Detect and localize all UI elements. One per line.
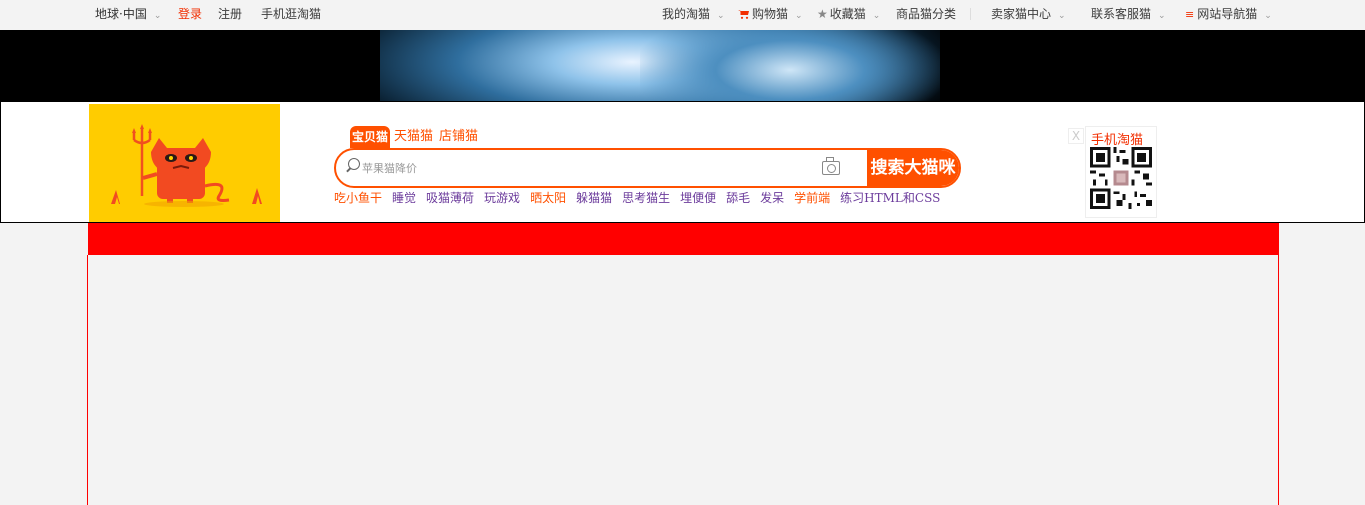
- search-input[interactable]: [362, 159, 812, 177]
- categories-link[interactable]: 商品猫分类: [896, 7, 956, 21]
- hotword-link[interactable]: 晒太阳: [530, 191, 566, 205]
- chevron-down-icon: ⌄: [1264, 11, 1272, 21]
- my-taomao-label: 我的淘猫: [662, 7, 711, 21]
- search-bar: 搜索大猫咪: [334, 148, 961, 188]
- camera-icon[interactable]: [822, 157, 840, 175]
- chevron-down-icon: ⌄: [153, 11, 162, 21]
- banner-art-highlight: [640, 30, 940, 102]
- cart-menu[interactable]: 购物猫 ⌄: [738, 7, 803, 23]
- service-label: 联系客服猫: [1091, 7, 1152, 21]
- hotword-link[interactable]: 思考猫生: [622, 191, 670, 205]
- close-qr-button[interactable]: X: [1068, 128, 1084, 144]
- hotword-link[interactable]: 吃小鱼干: [334, 191, 382, 205]
- site-nav-label: 网站导航猫: [1197, 7, 1258, 21]
- hotword-link[interactable]: 躲猫猫: [576, 191, 612, 205]
- cart-label: 购物猫: [752, 7, 789, 21]
- favorites-label: 收藏猫: [829, 7, 866, 21]
- region-label: 地球·中国: [95, 7, 147, 21]
- my-taomao-menu[interactable]: 我的淘猫 ⌄: [662, 7, 725, 23]
- tab-tmall[interactable]: 天猫猫: [392, 126, 435, 148]
- hotword-link[interactable]: 发呆: [760, 191, 784, 205]
- chevron-down-icon: ⌄: [717, 11, 725, 21]
- devil-cat-logo: [111, 124, 262, 207]
- hotword-link[interactable]: 学前端: [794, 191, 830, 205]
- login-link[interactable]: 登录: [178, 7, 202, 21]
- mobile-qr-title: 手机淘猫: [1091, 133, 1144, 148]
- seller-label: 卖家猫中心: [991, 7, 1052, 21]
- chevron-down-icon: ⌄: [795, 11, 803, 21]
- category-nav-bar: [88, 223, 1279, 255]
- main-content-area: [87, 255, 1279, 505]
- hotword-link[interactable]: 埋便便: [680, 191, 716, 205]
- nav-divider: [970, 8, 971, 20]
- seller-center-menu[interactable]: 卖家猫中心 ⌄: [991, 7, 1066, 23]
- mobile-qr-panel: 手机淘猫: [1085, 126, 1157, 218]
- region-selector[interactable]: 地球·中国 ⌄: [95, 7, 161, 23]
- cart-icon: [738, 10, 749, 19]
- site-logo[interactable]: [89, 104, 280, 222]
- search-icon: [348, 158, 360, 170]
- chevron-down-icon: ⌄: [1158, 11, 1166, 21]
- customer-service-menu[interactable]: 联系客服猫 ⌄: [1091, 7, 1166, 23]
- qr-code[interactable]: [1090, 147, 1152, 209]
- chevron-down-icon: ⌄: [1058, 11, 1066, 21]
- tab-shops[interactable]: 店铺猫: [437, 126, 480, 148]
- hotword-link[interactable]: 睡觉: [392, 191, 416, 205]
- site-top-nav: 地球·中国 ⌄ 登录 注册 手机逛淘猫 我的淘猫 ⌄ 购物猫 ⌄ ★ 收藏猫 ⌄ 商品猫分…: [0, 0, 1365, 30]
- hotword-link[interactable]: 舔毛: [726, 191, 750, 205]
- menu-icon: ≡: [1185, 8, 1195, 21]
- top-banner[interactable]: [0, 30, 1365, 102]
- search-button[interactable]: 搜索大猫咪: [867, 150, 959, 186]
- site-header: 宝贝猫 天猫猫 店铺猫 搜索大猫咪 吃小鱼干睡觉吸猫薄荷玩游戏晒太阳躲猫猫思考猫…: [0, 101, 1365, 223]
- favorites-menu[interactable]: ★ 收藏猫 ⌄: [817, 7, 880, 23]
- register-link[interactable]: 注册: [218, 7, 242, 21]
- hotword-link[interactable]: 练习HTML和CSS: [840, 191, 940, 205]
- hotword-link[interactable]: 玩游戏: [484, 191, 520, 205]
- chevron-down-icon: ⌄: [872, 11, 881, 21]
- hot-keywords: 吃小鱼干 睡觉 吸猫薄荷 玩游戏 晒太阳 躲猫猫 思考猫生 埋便便 舔毛 发呆 学前端 练习HTML和…: [334, 191, 950, 206]
- search-tabs: 宝贝猫 天猫猫 店铺猫: [350, 126, 482, 148]
- star-icon: ★: [817, 7, 828, 21]
- site-nav-menu[interactable]: ≡ 网站导航猫 ⌄: [1185, 7, 1272, 23]
- hotword-link[interactable]: 吸猫薄荷: [426, 191, 474, 205]
- tab-products[interactable]: 宝贝猫: [350, 126, 391, 148]
- mobile-link[interactable]: 手机逛淘猫: [261, 7, 321, 21]
